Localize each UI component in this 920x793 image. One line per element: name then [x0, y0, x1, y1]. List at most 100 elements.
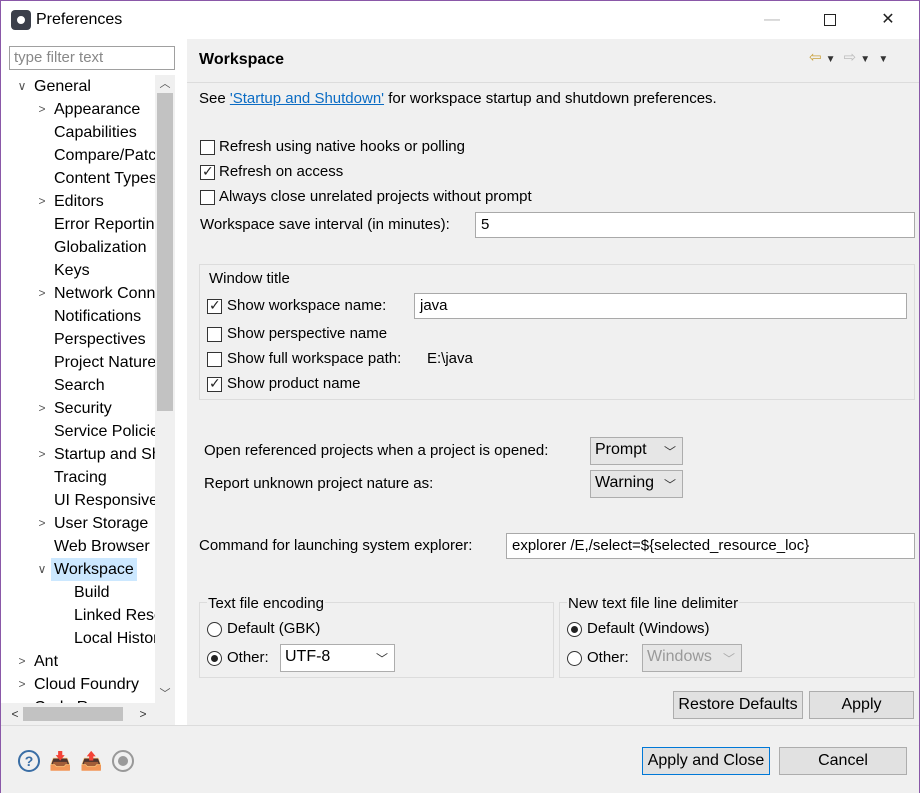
encoding-other-label: Other: — [227, 649, 269, 666]
minimize-button[interactable]: — — [743, 1, 801, 39]
open-referenced-value: Prompt — [595, 441, 647, 458]
apply-and-close-button[interactable]: Apply and Close — [642, 747, 770, 775]
collapsed-chevron-icon[interactable]: > — [16, 696, 28, 703]
record-icon[interactable] — [112, 750, 134, 772]
show-product-checkbox[interactable] — [207, 375, 222, 392]
always-close-checkbox[interactable] — [200, 190, 215, 205]
collapsed-chevron-icon[interactable]: > — [36, 512, 48, 535]
tree-item[interactable]: Globalization — [1, 236, 155, 259]
tree-item[interactable]: Perspectives — [1, 328, 155, 351]
scroll-left-arrow-icon[interactable]: < — [5, 703, 25, 725]
refresh-native-checkbox[interactable] — [200, 140, 215, 155]
tree-item[interactable]: Local History — [1, 627, 155, 650]
forward-arrow-icon[interactable]: ⇨ — [844, 48, 857, 66]
tree-horizontal-scrollbar[interactable]: < > — [1, 703, 175, 725]
tree-item[interactable]: Error Reporting — [1, 213, 155, 236]
show-full-path-checkbox[interactable] — [207, 352, 222, 367]
tree-item-label: Web Browser — [54, 538, 150, 555]
tree-item[interactable]: Notifications — [1, 305, 155, 328]
page-content: See 'Startup and Shutdown' for workspace… — [187, 84, 919, 725]
text-encoding-group-label: Text file encoding — [207, 595, 325, 612]
show-workspace-name-checkbox[interactable] — [207, 297, 222, 314]
encoding-select[interactable]: UTF-8 ﹀ — [280, 644, 395, 672]
tree-item[interactable]: Keys — [1, 259, 155, 282]
collapsed-chevron-icon[interactable]: > — [36, 98, 48, 121]
full-path-value: E:\java — [427, 350, 473, 367]
tree-item[interactable]: > Cloud Foundry — [1, 673, 155, 696]
title-bar: Preferences — ✕ — [1, 1, 919, 39]
tree-item[interactable]: ∨ Workspace — [1, 558, 155, 581]
scroll-up-arrow-icon[interactable]: ︿ — [155, 75, 175, 93]
workspace-name-input[interactable]: java — [414, 293, 907, 319]
view-menu-chevron-icon[interactable]: ▼ — [878, 54, 888, 65]
tree-item[interactable]: Capabilities — [1, 121, 155, 144]
expanded-chevron-icon[interactable]: ∨ — [36, 558, 48, 581]
tree-item-label: Cloud Foundry — [34, 676, 139, 693]
collapsed-chevron-icon[interactable]: > — [36, 443, 48, 466]
close-button[interactable]: ✕ — [859, 1, 917, 39]
tree-item[interactable]: Service Policies — [1, 420, 155, 443]
maximize-button[interactable] — [801, 1, 859, 39]
cancel-button[interactable]: Cancel — [779, 747, 907, 775]
export-icon[interactable]: 📤 — [80, 750, 102, 772]
collapsed-chevron-icon[interactable]: > — [36, 397, 48, 420]
tree-item[interactable]: Web Browser — [1, 535, 155, 558]
show-full-path-label: Show full workspace path: — [227, 350, 402, 367]
tree-item[interactable]: Compare/Patch — [1, 144, 155, 167]
encoding-default-radio[interactable] — [207, 622, 222, 637]
expanded-chevron-icon[interactable]: ∨ — [16, 75, 28, 98]
filter-input[interactable]: type filter text — [9, 46, 175, 70]
tree-item[interactable]: > User Storage — [1, 512, 155, 535]
tree-item[interactable]: > Editors — [1, 190, 155, 213]
explorer-command-input[interactable]: explorer /E,/select=${selected_resource_… — [506, 533, 915, 559]
back-menu-chevron-icon[interactable]: ▼ — [826, 54, 836, 65]
restore-defaults-button[interactable]: Restore Defaults — [673, 691, 803, 719]
delimiter-value: Windows — [647, 648, 712, 665]
tree-item[interactable]: Linked Resources — [1, 604, 155, 627]
tree-item[interactable]: UI Responsiveness — [1, 489, 155, 512]
apply-button[interactable]: Apply — [809, 691, 914, 719]
tree-item[interactable]: Tracing — [1, 466, 155, 489]
collapsed-chevron-icon[interactable]: > — [16, 650, 28, 673]
import-icon[interactable]: 📥 — [49, 750, 71, 772]
back-arrow-icon[interactable]: ⇦ — [809, 48, 822, 66]
encoding-other-radio[interactable] — [207, 651, 222, 666]
tree-item[interactable]: > Appearance — [1, 98, 155, 121]
tree-item[interactable]: > Code Recommenders — [1, 696, 155, 703]
tree-item-label: UI Responsiveness — [54, 492, 155, 509]
tree-item[interactable]: > Network Connections — [1, 282, 155, 305]
save-interval-input[interactable]: 5 — [475, 212, 915, 238]
collapsed-chevron-icon[interactable]: > — [36, 282, 48, 305]
chevron-down-icon: ﹀ — [722, 652, 735, 666]
scroll-thumb[interactable] — [157, 93, 173, 411]
delimiter-other-radio[interactable] — [567, 651, 582, 666]
forward-menu-chevron-icon[interactable]: ▼ — [860, 54, 870, 65]
delimiter-select[interactable]: Windows ﹀ — [642, 644, 742, 672]
unknown-nature-select[interactable]: Warning ﹀ — [590, 470, 683, 498]
tree-item[interactable]: > Ant — [1, 650, 155, 673]
collapsed-chevron-icon[interactable]: > — [16, 673, 28, 696]
tree-item[interactable]: > Startup and Shutdown — [1, 443, 155, 466]
tree-item[interactable]: Project Natures — [1, 351, 155, 374]
show-perspective-checkbox[interactable] — [207, 327, 222, 342]
delimiter-default-radio[interactable] — [567, 622, 582, 637]
collapsed-chevron-icon[interactable]: > — [36, 190, 48, 213]
tree-item[interactable]: Build — [1, 581, 155, 604]
help-icon[interactable]: ? — [18, 750, 40, 772]
refresh-access-checkbox[interactable] — [200, 163, 215, 180]
tree-item[interactable]: ∨ General — [1, 75, 155, 98]
startup-shutdown-link[interactable]: 'Startup and Shutdown' — [230, 90, 384, 107]
tree-vertical-scrollbar[interactable]: ︿ ﹀ — [155, 75, 175, 703]
tree-item[interactable]: Content Types — [1, 167, 155, 190]
tree-item[interactable]: > Security — [1, 397, 155, 420]
preferences-window: Preferences — ✕ type filter text ∨ Genera… — [0, 0, 920, 793]
chevron-down-icon: ﹀ — [663, 478, 676, 492]
tree-item-label: Keys — [54, 262, 90, 279]
scroll-right-arrow-icon[interactable]: > — [133, 703, 153, 725]
tree-item-label: Appearance — [54, 101, 141, 118]
scroll-down-arrow-icon[interactable]: ﹀ — [155, 685, 175, 703]
open-referenced-select[interactable]: Prompt ﹀ — [590, 437, 683, 465]
delimiter-other-label: Other: — [587, 649, 629, 666]
hscroll-thumb[interactable] — [23, 707, 123, 721]
tree-item[interactable]: Search — [1, 374, 155, 397]
